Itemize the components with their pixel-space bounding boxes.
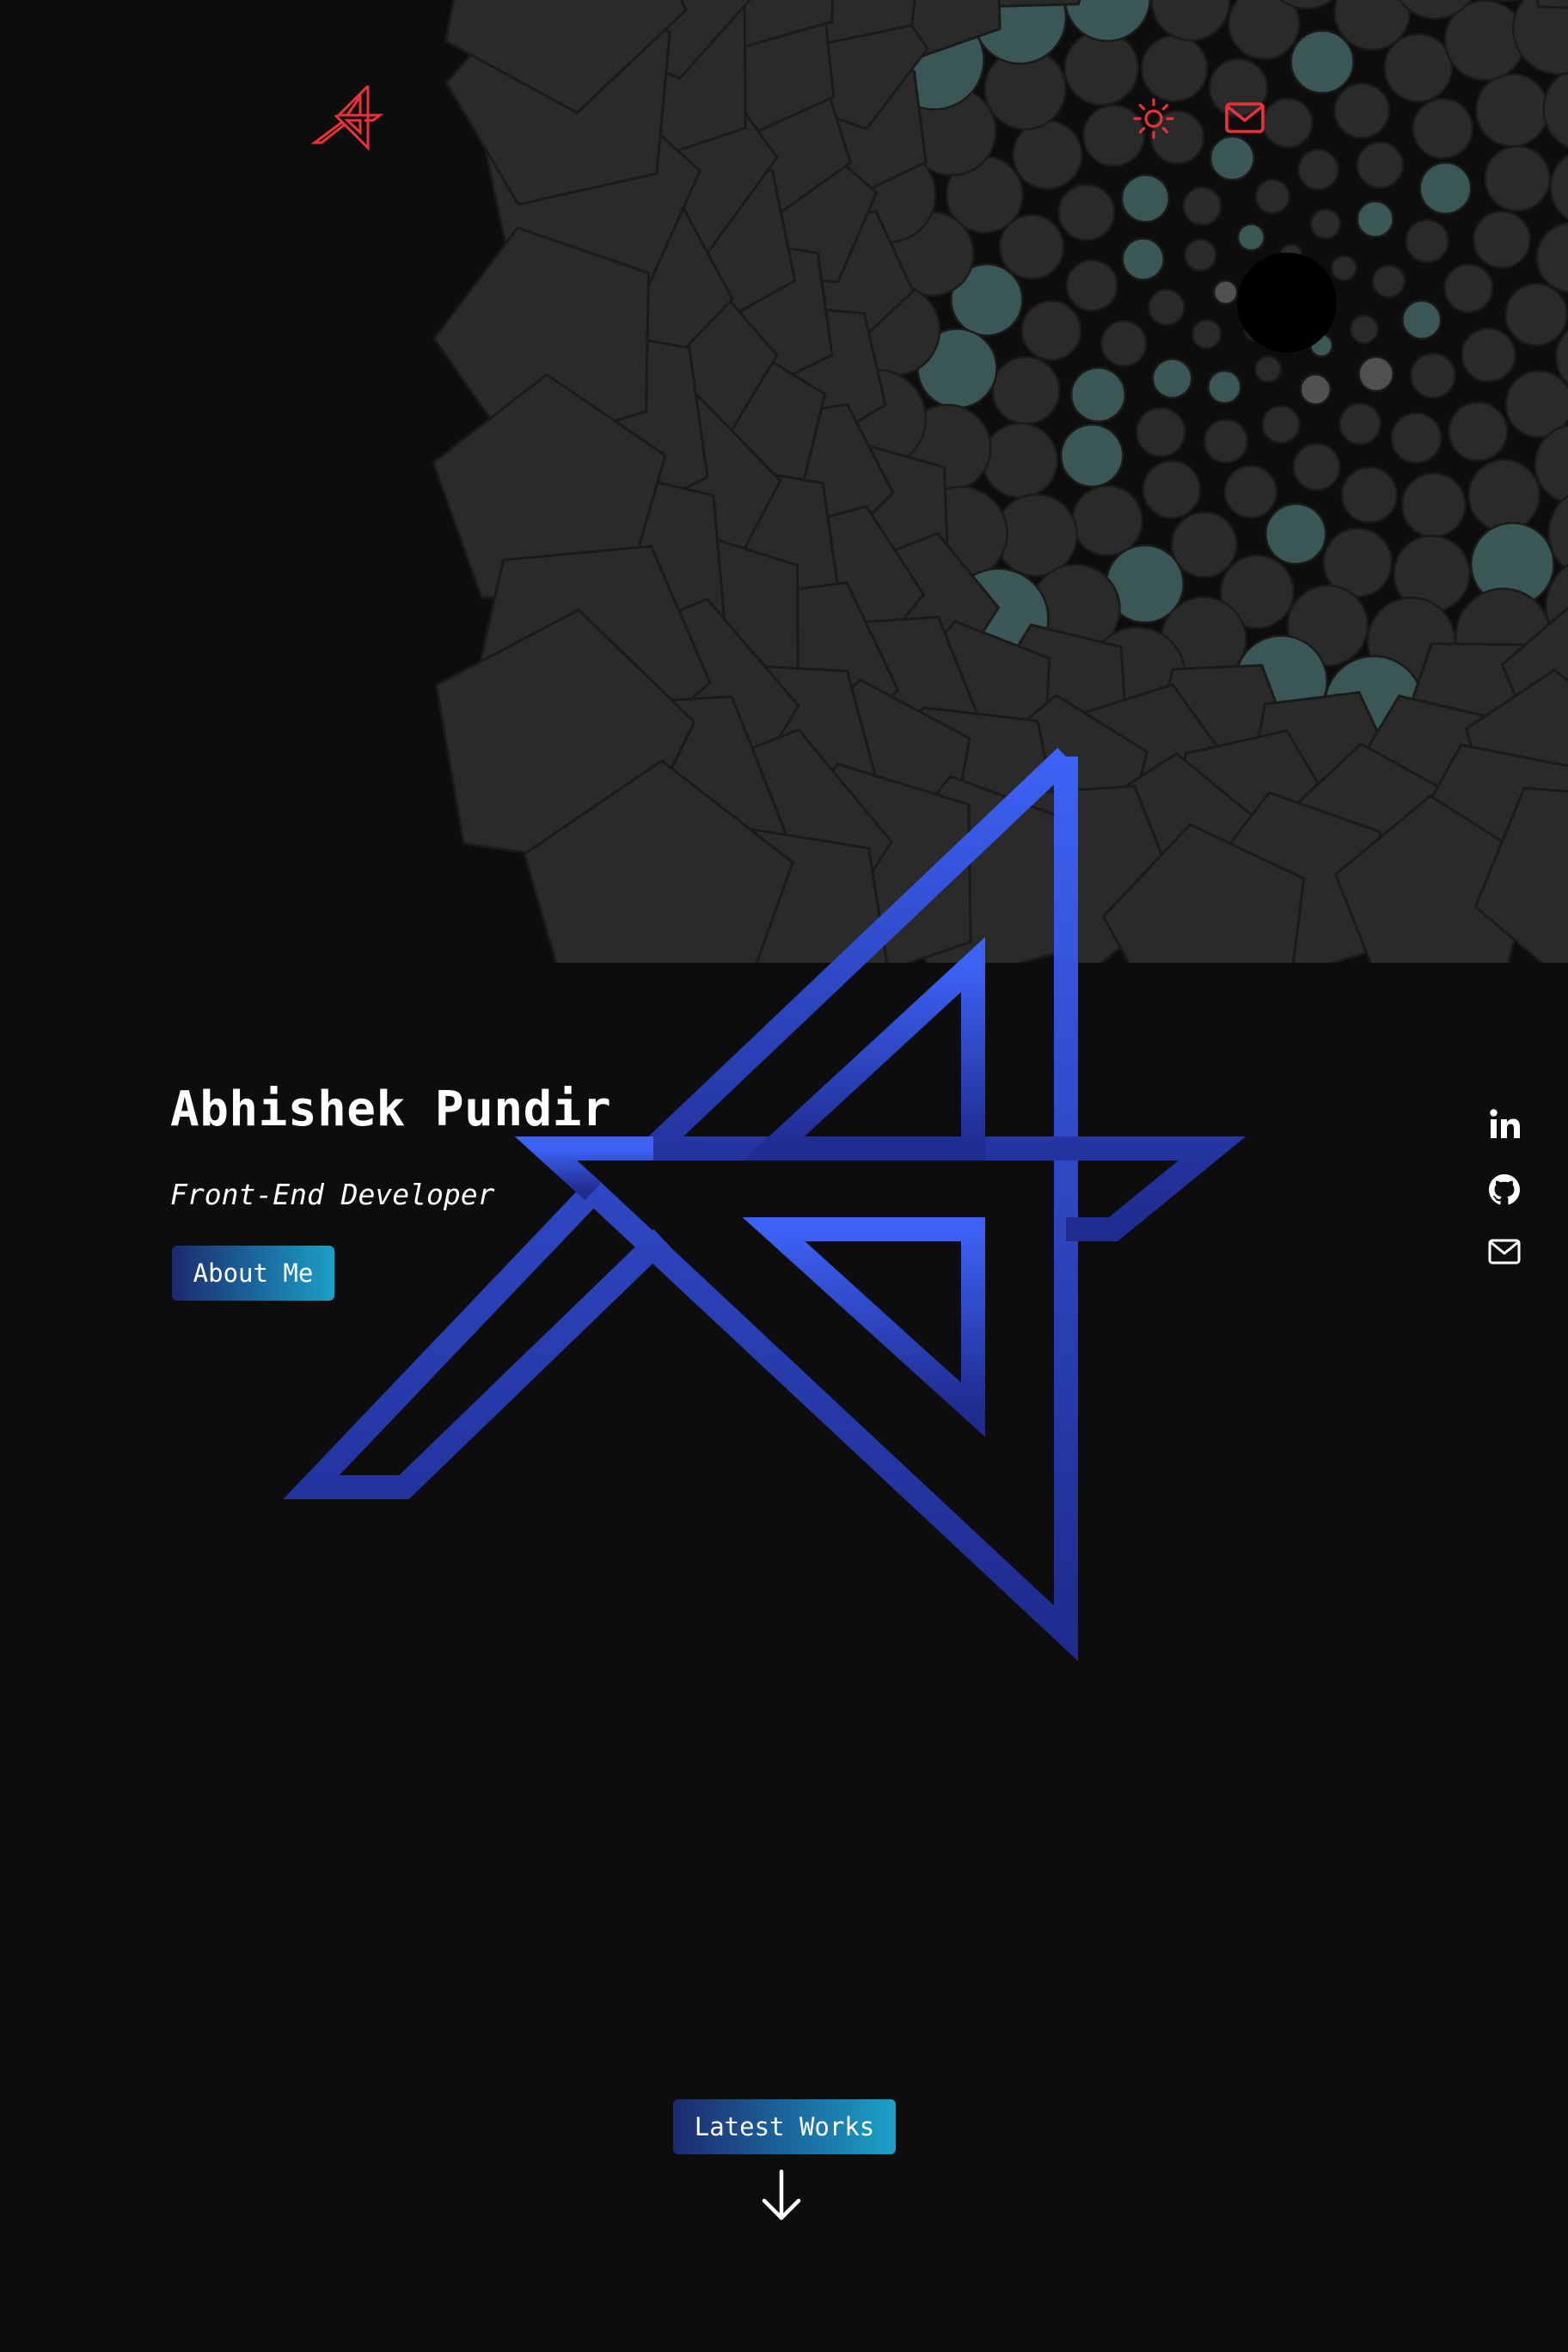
site-logo[interactable] [309,83,384,151]
mail-icon [1488,1239,1521,1265]
ap-monogram-logo-icon [310,84,384,151]
hero-emblem [283,747,1246,1662]
arrow-down-icon [762,2169,801,2220]
sun-icon [1133,98,1174,139]
hero-role: Front-End Developer [170,1178,495,1211]
github-link[interactable] [1485,1171,1523,1209]
linkedin-link[interactable] [1485,1106,1523,1143]
theme-toggle-button[interactable] [1131,96,1176,141]
contact-button[interactable] [1222,96,1267,141]
mail-icon [1225,102,1265,133]
scroll-down-button[interactable] [759,2168,804,2223]
linkedin-icon [1490,1109,1520,1138]
about-me-button[interactable]: About Me [172,1246,334,1301]
latest-works-button[interactable]: Latest Works [673,2099,896,2154]
hero-name: Abhishek Pundir [170,1081,612,1137]
email-link[interactable] [1485,1233,1523,1271]
github-icon [1489,1174,1520,1205]
